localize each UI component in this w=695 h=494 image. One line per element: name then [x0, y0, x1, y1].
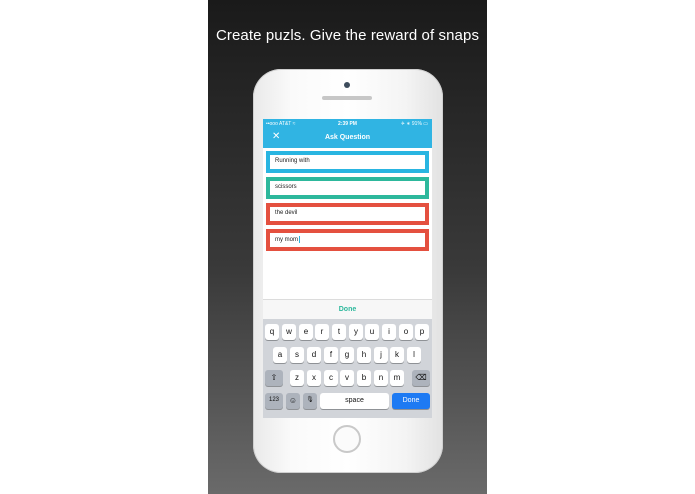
answer-field-4-wrap: my mom: [275, 236, 300, 243]
emoji-key[interactable]: ☺: [286, 393, 300, 409]
answer-field-2[interactable]: scissors: [266, 177, 429, 199]
answer-field-3-value: the devil: [275, 210, 298, 216]
key-q[interactable]: q: [265, 324, 279, 340]
key-i[interactable]: i: [382, 324, 396, 340]
key-o[interactable]: o: [399, 324, 413, 340]
answer-field-1-value: Running with: [275, 158, 310, 164]
promo-background: Create puzls. Give the reward of snaps •…: [208, 0, 487, 494]
keyboard-toolbar: Done: [263, 299, 432, 319]
shift-key[interactable]: ⇧: [265, 370, 283, 386]
key-z[interactable]: z: [290, 370, 304, 386]
key-e[interactable]: e: [299, 324, 313, 340]
key-m[interactable]: m: [390, 370, 404, 386]
key-y[interactable]: y: [349, 324, 363, 340]
mic-key[interactable]: 🎙: [303, 393, 317, 409]
text-cursor: [299, 236, 300, 243]
key-b[interactable]: b: [357, 370, 371, 386]
key-t[interactable]: t: [332, 324, 346, 340]
key-x[interactable]: x: [307, 370, 321, 386]
key-w[interactable]: w: [282, 324, 296, 340]
key-g[interactable]: g: [340, 347, 354, 363]
key-r[interactable]: r: [315, 324, 329, 340]
key-f[interactable]: f: [324, 347, 338, 363]
keyboard-done-key[interactable]: Done: [392, 393, 430, 409]
key-j[interactable]: j: [374, 347, 388, 363]
promo-headline: Create puzls. Give the reward of snaps: [215, 27, 480, 44]
answer-field-3[interactable]: the devil: [266, 203, 429, 225]
key-n[interactable]: n: [374, 370, 388, 386]
key-k[interactable]: k: [390, 347, 404, 363]
phone-screen: ••ooo AT&T ≈ 2:39 PM ✈ ∗ 91% ▭ ✕ Ask Que…: [263, 119, 432, 418]
delete-key[interactable]: ⌫: [412, 370, 430, 386]
answer-field-4-value: my mom: [275, 237, 298, 244]
navigation-bar: ••ooo AT&T ≈ 2:39 PM ✈ ∗ 91% ▭ ✕ Ask Que…: [263, 119, 432, 148]
home-button[interactable]: [333, 425, 361, 453]
numbers-key[interactable]: 123: [265, 393, 283, 409]
key-s[interactable]: s: [290, 347, 304, 363]
answer-field-4[interactable]: my mom: [266, 229, 429, 251]
toolbar-done-button[interactable]: Done: [263, 306, 432, 313]
key-u[interactable]: u: [365, 324, 379, 340]
answer-field-1[interactable]: Running with: [266, 151, 429, 173]
key-p[interactable]: p: [415, 324, 429, 340]
key-h[interactable]: h: [357, 347, 371, 363]
answer-field-2-value: scissors: [275, 184, 297, 190]
key-c[interactable]: c: [324, 370, 338, 386]
keyboard: q w e r t y u i o p a s d f g h j k l ⇧ …: [263, 319, 432, 418]
key-d[interactable]: d: [307, 347, 321, 363]
front-camera: [344, 82, 350, 88]
space-key[interactable]: space: [320, 393, 389, 409]
earpiece-speaker: [322, 96, 372, 100]
status-bar: ••ooo AT&T ≈ 2:39 PM ✈ ∗ 91% ▭: [263, 120, 432, 130]
key-a[interactable]: a: [273, 347, 287, 363]
battery-status: ✈ ∗ 91% ▭: [400, 121, 428, 127]
key-l[interactable]: l: [407, 347, 421, 363]
phone-frame: ••ooo AT&T ≈ 2:39 PM ✈ ∗ 91% ▭ ✕ Ask Que…: [253, 69, 443, 473]
page-title: Ask Question: [324, 134, 371, 141]
key-v[interactable]: v: [340, 370, 354, 386]
